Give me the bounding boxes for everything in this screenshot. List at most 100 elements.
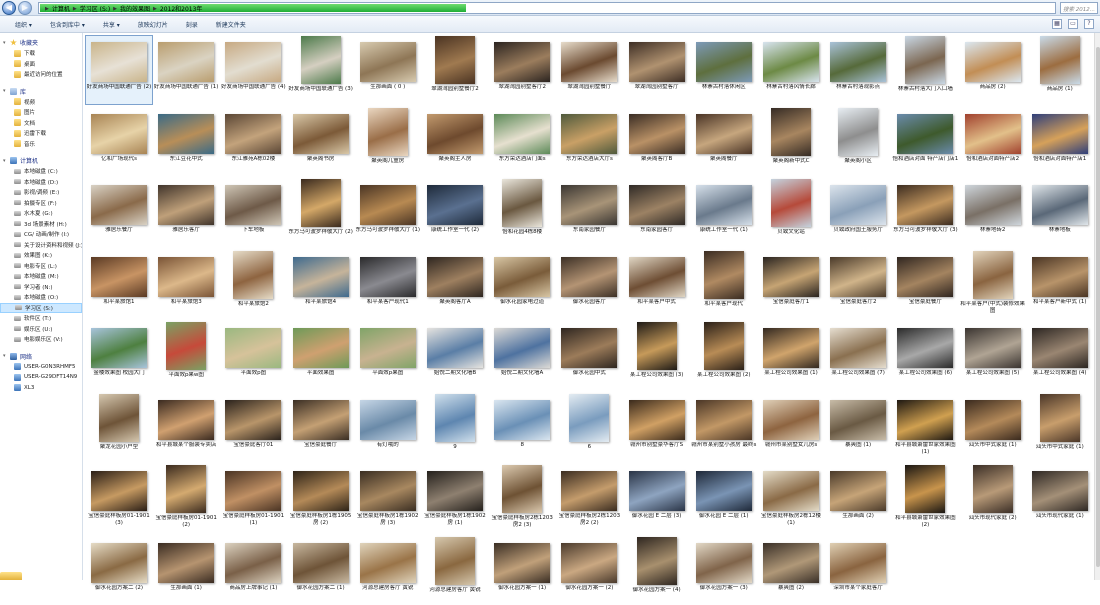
nav-item[interactable]: USER-G0N3RHMF5 — [0, 362, 82, 373]
file-item[interactable]: 和平某客户现代1 — [355, 251, 421, 319]
nav-item[interactable]: 拍摄专区 (F:) — [0, 198, 82, 209]
file-item[interactable]: 聚英阁新中式C — [758, 107, 824, 176]
file-item[interactable]: 某工程公司效果图 (4) — [1027, 322, 1093, 390]
burn-button[interactable]: 刻录 — [177, 20, 207, 29]
file-item[interactable]: 宝信豪庭样板房01-1901 (2) — [153, 465, 219, 533]
file-item[interactable]: 贝致政府国土服务厅 — [825, 179, 891, 247]
file-item[interactable]: 6 — [556, 393, 622, 462]
file-item[interactable]: 生那画面 (2) — [825, 465, 891, 533]
file-item[interactable]: 商品房 (2) — [960, 36, 1026, 104]
file-item[interactable]: 宝信豪庭样板房1栋1902房 (3) — [355, 465, 421, 533]
nav-item[interactable]: 本地磁盘 (M:) — [0, 271, 82, 282]
breadcrumb-drive[interactable]: 学习区 (S:) — [80, 4, 110, 13]
preview-pane-icon[interactable]: ▭ — [1068, 19, 1078, 29]
file-item[interactable]: 林寨古村落风情长廊 — [758, 36, 824, 104]
nav-item[interactable]: 学习区 (S:) — [0, 302, 82, 313]
file-item[interactable]: 赣州市某别墅女儿房s — [758, 394, 824, 462]
file-item[interactable]: 宝信豪庭样板房01-1901 (1) — [220, 465, 286, 533]
file-item[interactable]: 御水花园方案一 (4) — [624, 536, 690, 605]
file-item[interactable]: 宝信豪庭样板房2栋12楼 (1) — [758, 465, 824, 533]
file-item[interactable]: 和平县城萧雷世家效果图 (1) — [892, 394, 958, 462]
file-item[interactable]: 商品房 (1) — [1027, 36, 1093, 104]
file-item[interactable]: 汕头市中式家庭 (1) — [960, 394, 1026, 462]
libraries-header[interactable]: ▾ 库 — [0, 86, 82, 97]
file-item[interactable]: 御水花园方案二 (1) — [288, 537, 354, 605]
nav-item[interactable]: 关于设计资料和视频 (J:) — [0, 240, 82, 251]
file-item[interactable]: 聚英阁儿童房 — [355, 107, 421, 176]
file-item[interactable]: 东方荣达酒店大厅s — [556, 108, 622, 176]
file-item[interactable]: 始悦二期文化墙A — [489, 322, 555, 390]
file-item[interactable]: 平面效p图 — [220, 322, 286, 390]
nav-item[interactable]: 3d 场景素材 (H:) — [0, 219, 82, 230]
file-item[interactable]: 好友商场中国联通广告 (4) — [220, 36, 286, 104]
include-in-library-button[interactable]: 包含到库中 ▾ — [41, 20, 94, 29]
file-item[interactable]: 和平某旅馆4 — [288, 251, 354, 319]
file-item[interactable]: 9 — [422, 393, 488, 462]
file-item[interactable]: 宝信豪庭餐厅 — [288, 394, 354, 462]
view-options-icon[interactable]: ▦ — [1052, 19, 1062, 29]
file-item[interactable]: 好友商场中国联通广告 (1) — [153, 36, 219, 104]
file-item[interactable]: 翠湖湾园别墅客厅 — [624, 36, 690, 104]
back-arrow-icon[interactable]: ◀ — [2, 1, 16, 15]
new-folder-button[interactable]: 新建文件夹 — [207, 20, 255, 29]
forward-arrow-icon[interactable]: ▶ — [18, 1, 32, 15]
favorites-header[interactable]: ▾ 收藏夹 — [0, 37, 82, 48]
file-item[interactable]: 有灯哦的 — [355, 394, 421, 462]
file-item[interactable]: 林寨地板 — [1027, 179, 1093, 247]
file-item[interactable]: 东江豆花中式 — [153, 108, 219, 176]
file-item[interactable]: 聚英阁主人房 — [422, 108, 488, 176]
file-item[interactable]: 宝信豪庭客厅2 — [825, 251, 891, 319]
file-item[interactable]: 怡和花园4栋8楼 — [489, 179, 555, 247]
file-item[interactable]: 翠湖湾园别墅客厅2 — [489, 36, 555, 104]
file-item[interactable]: 某工程公司效果图 (7) — [825, 322, 891, 390]
file-item[interactable]: 和平某客户(中式)装修效果图 — [960, 250, 1026, 319]
nav-item[interactable]: 电影专区 (L:) — [0, 261, 82, 272]
file-item[interactable]: 始悦二期文化墙B — [422, 322, 488, 390]
breadcrumb-current[interactable]: 2012和2013年 — [160, 4, 203, 13]
file-item[interactable]: 金楼效果图 校园大门 — [86, 322, 152, 390]
file-item[interactable]: 8 — [489, 394, 555, 462]
file-item[interactable]: 平面效果图 — [288, 322, 354, 390]
file-item[interactable]: 暴爽图 (2) — [758, 537, 824, 605]
nav-item[interactable]: CG/ 动画/制作 (I:) — [0, 229, 82, 240]
file-item[interactable]: 聚英阁客厅A — [422, 251, 488, 319]
file-item[interactable]: 宝信豪庭样板房1栋1905房 (2) — [288, 465, 354, 533]
vertical-scrollbar[interactable] — [1094, 33, 1100, 580]
file-item[interactable]: 赣州市某别墅小孩房 最终s — [691, 394, 757, 462]
file-item[interactable]: 宝信豪庭客厅01 — [220, 394, 286, 462]
file-item[interactable]: 河源总建房客厅 黄锐 — [355, 537, 421, 605]
file-item[interactable]: 某工程公司效果图 (1) — [758, 322, 824, 390]
nav-item[interactable]: 本地磁盘 (C:) — [0, 166, 82, 177]
file-item[interactable]: 东南家园餐厅 — [556, 179, 622, 247]
file-item[interactable]: 御水花园方案二 (2) — [86, 537, 152, 605]
nav-item[interactable]: 学习者 (N:) — [0, 282, 82, 293]
share-button[interactable]: 共享 ▾ — [94, 20, 129, 29]
file-item[interactable]: 平面效p果w图 — [153, 322, 219, 390]
slideshow-button[interactable]: 放映幻灯片 — [129, 20, 177, 29]
organize-button[interactable]: 组织 ▾ — [6, 20, 41, 29]
file-item[interactable]: 某工程公司效果图 (3) — [624, 322, 690, 390]
file-item[interactable]: 林寨古村落大门入口墙 — [892, 36, 958, 104]
file-item[interactable]: 和平某旅馆3 — [153, 251, 219, 319]
file-item[interactable]: 林寨地砖2 — [960, 179, 1026, 247]
file-item[interactable]: 和平某客户新中式 (1) — [1027, 251, 1093, 319]
file-item[interactable]: 东方马可波罗祥敬大厅 (1) — [355, 179, 421, 247]
file-item[interactable]: 怡和酒店对面特产店2 — [960, 108, 1026, 176]
file-item[interactable]: 御水花园家电过道 — [489, 251, 555, 319]
file-item[interactable]: 康统工作室一代 (2) — [422, 179, 488, 247]
file-item[interactable]: 商品房上牌事记 (1) — [220, 537, 286, 605]
file-item[interactable]: 和平县城某个服装专卖店 — [153, 394, 219, 462]
file-item[interactable]: 下车地板 — [220, 179, 286, 247]
breadcrumb-computer[interactable]: 计算机 — [52, 4, 70, 13]
file-item[interactable]: 宝信豪庭客厅1 — [758, 251, 824, 319]
nav-item[interactable]: 迅雷下载 — [0, 128, 82, 139]
file-item[interactable]: 宝信豪庭餐厅 — [892, 251, 958, 319]
file-item[interactable]: 汕头市现代家庭 (2) — [960, 465, 1026, 533]
file-item[interactable]: 和平某客户中式 — [624, 251, 690, 319]
nav-item[interactable]: 视频 — [0, 97, 82, 108]
nav-item[interactable]: 电影娱乐区 (V:) — [0, 334, 82, 345]
file-item[interactable]: 赣州市别墅豪华客厅S — [624, 394, 690, 462]
file-item[interactable]: 聚英阁小区 — [825, 107, 891, 176]
file-item[interactable]: 暴爽图 (1) — [825, 394, 891, 462]
file-item[interactable]: 林寨古村落休闲区 — [691, 36, 757, 104]
